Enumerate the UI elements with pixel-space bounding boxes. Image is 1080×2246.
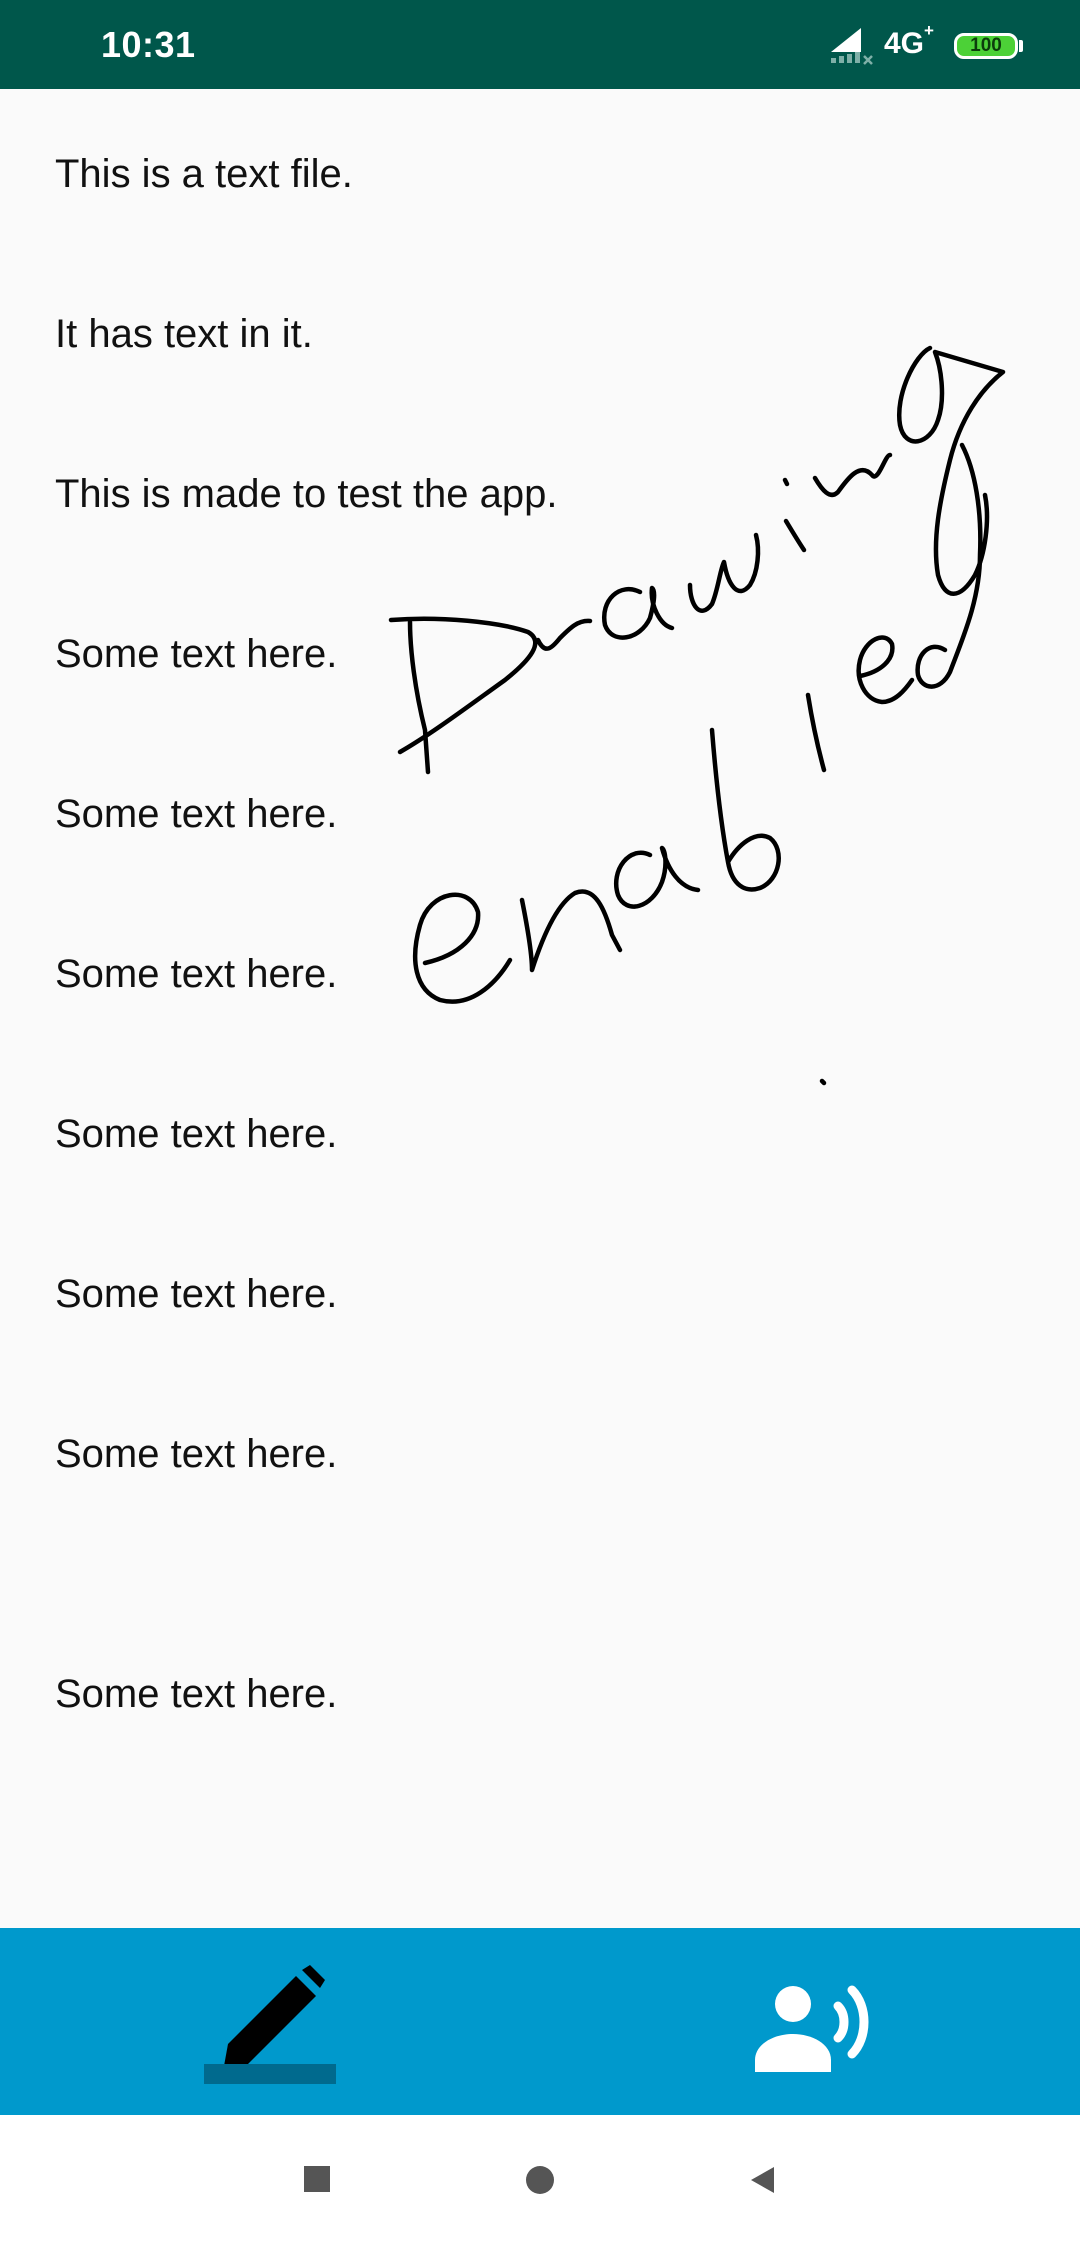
status-bar: 10:31 4G+ 100 — [0, 0, 1080, 89]
back-icon — [751, 2167, 774, 2193]
battery-nub — [1019, 40, 1023, 52]
pencil-icon — [224, 1965, 325, 2066]
text-to-speech-button[interactable] — [540, 1928, 1080, 2115]
handwriting-drawing-enabled — [388, 345, 1006, 1086]
battery-icon: 100 — [954, 33, 1018, 59]
home-button[interactable] — [505, 2145, 575, 2215]
network-type: 4G+ — [884, 21, 934, 60]
recents-button[interactable] — [281, 2145, 351, 2215]
home-icon — [526, 2166, 554, 2194]
recents-icon — [304, 2166, 330, 2192]
speaker-icon — [755, 1985, 869, 2072]
status-time: 10:31 — [101, 24, 196, 65]
active-indicator — [204, 2064, 336, 2084]
bottom-toolbar — [0, 1928, 1080, 2115]
document-view[interactable]: This is a text file. It has text in it. … — [0, 89, 1080, 1928]
back-button[interactable] — [729, 2145, 799, 2215]
navigation-bar — [0, 2115, 1080, 2246]
draw-mode-button[interactable] — [0, 1928, 540, 2115]
drawing-canvas[interactable] — [0, 89, 1080, 1928]
battery-level: 100 — [970, 35, 1002, 56]
signal-icon — [831, 28, 873, 65]
